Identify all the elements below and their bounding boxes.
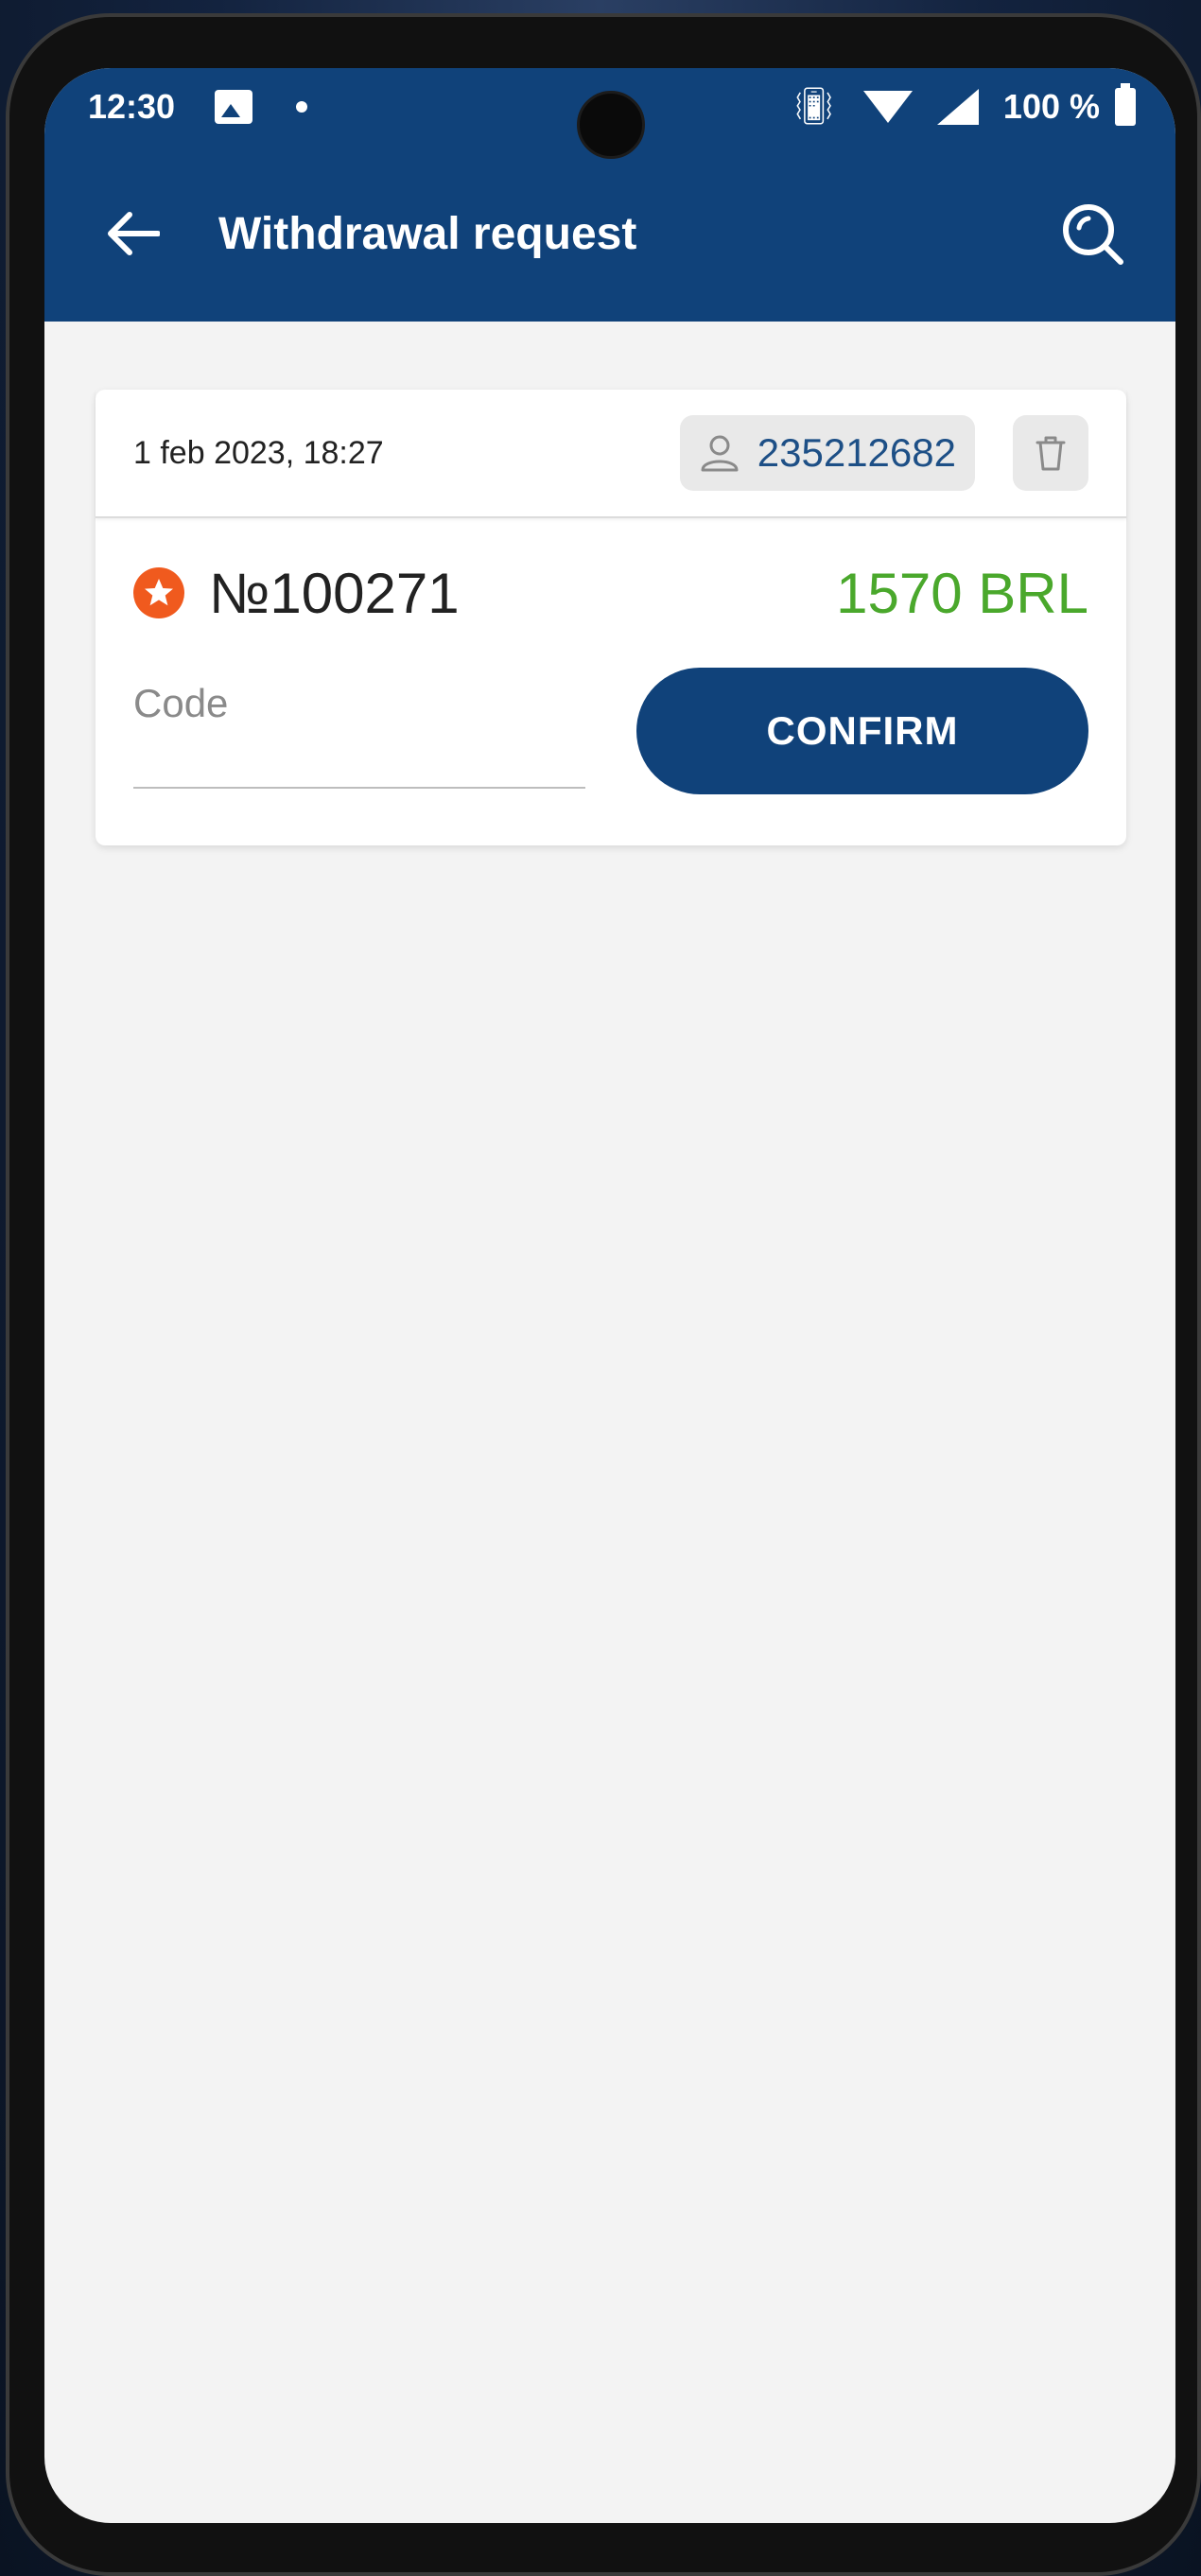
battery-percent: 100 %	[1002, 87, 1100, 126]
page-title: Withdrawal request	[218, 208, 637, 259]
request-date: 1 feb 2023, 18:27	[133, 434, 384, 471]
user-id: 235212682	[757, 430, 956, 475]
user-id-chip[interactable]: 235212682	[679, 415, 975, 491]
trash-icon	[1036, 436, 1066, 471]
wifi-icon	[862, 91, 913, 123]
search-icon	[1063, 204, 1123, 265]
withdrawal-amount: 1570 BRL	[836, 561, 1088, 625]
front-camera	[577, 91, 645, 159]
vibrate-icon: 📳︎	[791, 87, 837, 127]
user-icon	[701, 435, 739, 472]
battery-icon	[1115, 83, 1136, 126]
search-button[interactable]	[1058, 200, 1126, 268]
code-field	[133, 668, 585, 789]
back-button[interactable]	[105, 205, 162, 262]
notification-dot-icon	[296, 101, 308, 113]
star-badge-icon	[133, 567, 184, 618]
gallery-icon	[215, 90, 253, 124]
card-header: 1 feb 2023, 18:27 235212682	[96, 390, 1126, 518]
status-time: 12:30	[88, 87, 176, 126]
signal-icon	[936, 89, 979, 125]
confirm-button[interactable]: CONFIRM	[636, 668, 1088, 794]
delete-button[interactable]	[1013, 415, 1088, 491]
phone-screen: 12:30 📳︎ 100 % Withdrawal request 1 feb …	[44, 68, 1175, 2523]
withdrawal-request-card: 1 feb 2023, 18:27 235212682 №100271 1570…	[96, 390, 1126, 845]
order-number: №100271	[209, 561, 460, 625]
order-row: №100271 1570 BRL	[96, 518, 1126, 668]
confirm-row: CONFIRM	[96, 668, 1126, 794]
app-bar: Withdrawal request	[44, 146, 1175, 322]
arrow-left-icon	[108, 212, 160, 255]
code-input[interactable]	[133, 668, 585, 726]
